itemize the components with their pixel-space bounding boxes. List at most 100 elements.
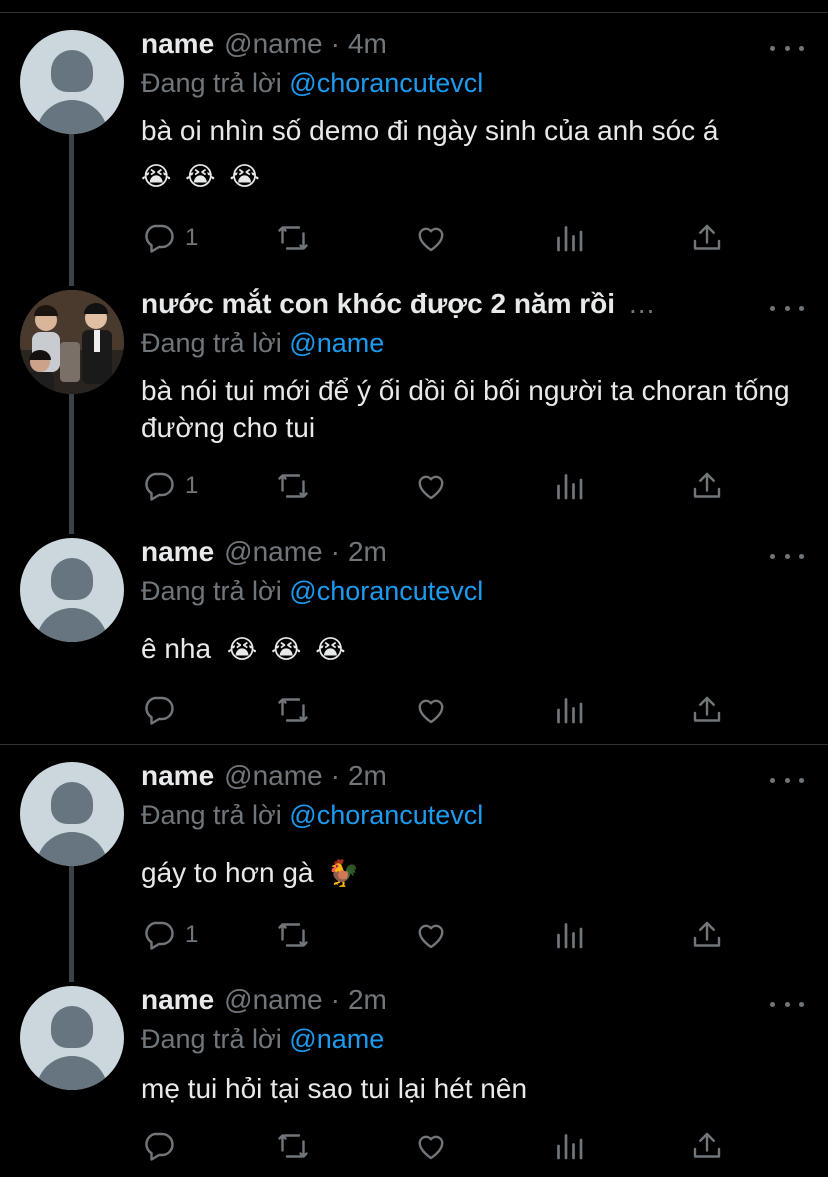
replying-to: Đang trả lời @chorancutevcl: [141, 800, 483, 831]
user-handle[interactable]: @name: [224, 984, 322, 1016]
name-truncation: ...: [629, 288, 656, 319]
retweet-button[interactable]: [275, 915, 311, 955]
analytics-icon: [557, 474, 583, 500]
avatar[interactable]: [20, 762, 124, 866]
tweet-actions: 1: [141, 915, 741, 955]
share-icon: [693, 472, 721, 498]
like-icon: [418, 1135, 444, 1160]
like-icon: [418, 475, 444, 500]
retweet-button[interactable]: [275, 466, 311, 506]
more-icon[interactable]: [770, 770, 804, 790]
like-icon: [418, 699, 444, 724]
like-button[interactable]: [413, 466, 449, 506]
replying-to-label: Đang trả lời: [141, 328, 282, 358]
reply-button[interactable]: 1: [141, 218, 198, 258]
timestamp[interactable]: 4m: [348, 28, 387, 60]
tweet[interactable]: name @name · 4m Đang trả lời @chorancute…: [0, 0, 828, 280]
replying-to: Đang trả lời @chorancutevcl: [141, 576, 483, 607]
separator-dot: ·: [330, 28, 340, 59]
avatar[interactable]: [20, 30, 124, 134]
like-button[interactable]: [413, 690, 449, 730]
analytics-button[interactable]: [551, 690, 587, 730]
display-name[interactable]: name: [141, 536, 214, 568]
share-button[interactable]: [689, 466, 725, 506]
reply-icon: [145, 921, 174, 950]
analytics-icon: [557, 226, 583, 252]
share-icon: [693, 921, 721, 947]
tweet[interactable]: name @name · 2m Đang trả lời @name mẹ tu…: [0, 980, 828, 1177]
tweet-text: bà nói tui mới để ý ối dồi ôi bối người …: [141, 372, 801, 446]
analytics-icon: [557, 923, 583, 949]
tweet-header: name @name · 2m: [141, 536, 387, 576]
separator-dot: ·: [330, 536, 340, 567]
share-button[interactable]: [689, 690, 725, 730]
display-name[interactable]: name: [141, 984, 214, 1016]
display-name[interactable]: name: [141, 28, 214, 60]
reply-count: 1: [185, 224, 199, 251]
retweet-icon: [278, 474, 308, 498]
more-icon[interactable]: [770, 994, 804, 1014]
analytics-button[interactable]: [551, 1126, 587, 1166]
tweet[interactable]: nước mắt con khóc được 2 năm rồi ... Đan…: [0, 280, 828, 530]
default-avatar-body: [36, 608, 108, 642]
retweet-button[interactable]: [275, 690, 311, 730]
loudly-crying-emoji: 😭: [315, 634, 346, 664]
like-icon: [418, 227, 444, 252]
share-button[interactable]: [689, 1126, 725, 1166]
retweet-button[interactable]: [275, 218, 311, 258]
reply-icon: [145, 696, 174, 725]
user-handle[interactable]: @name: [224, 760, 322, 792]
default-avatar-body: [36, 100, 108, 134]
user-handle[interactable]: @name: [224, 536, 322, 568]
tweet-text-content: gáy to hơn gà: [141, 857, 314, 888]
replying-to-label: Đang trả lời: [141, 1024, 282, 1054]
share-icon: [693, 1132, 721, 1158]
user-handle[interactable]: @name: [224, 28, 322, 60]
analytics-button[interactable]: [551, 915, 587, 955]
loudly-crying-emoji: 😭: [229, 161, 260, 191]
tweet-actions: [141, 1126, 741, 1166]
like-button[interactable]: [413, 915, 449, 955]
like-button[interactable]: [413, 218, 449, 258]
mention-link[interactable]: @name: [289, 328, 384, 358]
mention-link[interactable]: @chorancutevcl: [289, 68, 483, 98]
replying-to-label: Đang trả lời: [141, 800, 282, 830]
tweet-header: name @name · 4m: [141, 28, 387, 68]
analytics-button[interactable]: [551, 466, 587, 506]
reply-button[interactable]: 1: [141, 466, 198, 506]
separator-dot: ·: [330, 760, 340, 791]
profile-photo: [20, 290, 124, 394]
more-icon[interactable]: [770, 38, 804, 58]
avatar[interactable]: [20, 538, 124, 642]
reply-button[interactable]: [141, 690, 185, 730]
tweet-actions: 1: [141, 218, 741, 258]
tweet[interactable]: name @name · 2m Đang trả lời @chorancute…: [0, 530, 828, 744]
mention-link[interactable]: @name: [289, 1024, 384, 1054]
analytics-button[interactable]: [551, 218, 587, 258]
more-icon[interactable]: [770, 546, 804, 566]
loudly-crying-emoji: 😭: [271, 634, 302, 664]
timestamp[interactable]: 2m: [348, 536, 387, 568]
reply-button[interactable]: 1: [141, 915, 198, 955]
more-icon[interactable]: [770, 298, 804, 318]
share-button[interactable]: [689, 915, 725, 955]
mention-link[interactable]: @chorancutevcl: [289, 576, 483, 606]
display-name[interactable]: name: [141, 760, 214, 792]
share-button[interactable]: [689, 218, 725, 258]
tweet-text: mẹ tui hỏi tại sao tui lại hét nên: [141, 1070, 801, 1107]
timestamp[interactable]: 2m: [348, 984, 387, 1016]
avatar[interactable]: [20, 290, 124, 394]
default-avatar-head: [51, 1006, 93, 1048]
tweet[interactable]: name @name · 2m Đang trả lời @chorancute…: [0, 745, 828, 980]
reply-icon: [145, 224, 174, 253]
display-name[interactable]: nước mắt con khóc được 2 năm rồi: [141, 288, 615, 320]
timestamp[interactable]: 2m: [348, 760, 387, 792]
retweet-button[interactable]: [275, 1126, 311, 1166]
tweet-text: gáy to hơn gà 🐓: [141, 854, 801, 891]
reply-button[interactable]: [141, 1126, 185, 1166]
avatar[interactable]: [20, 986, 124, 1090]
loudly-crying-emoji: 😭: [141, 161, 172, 191]
mention-link[interactable]: @chorancutevcl: [289, 800, 483, 830]
like-button[interactable]: [413, 1126, 449, 1166]
analytics-icon: [557, 1134, 583, 1160]
